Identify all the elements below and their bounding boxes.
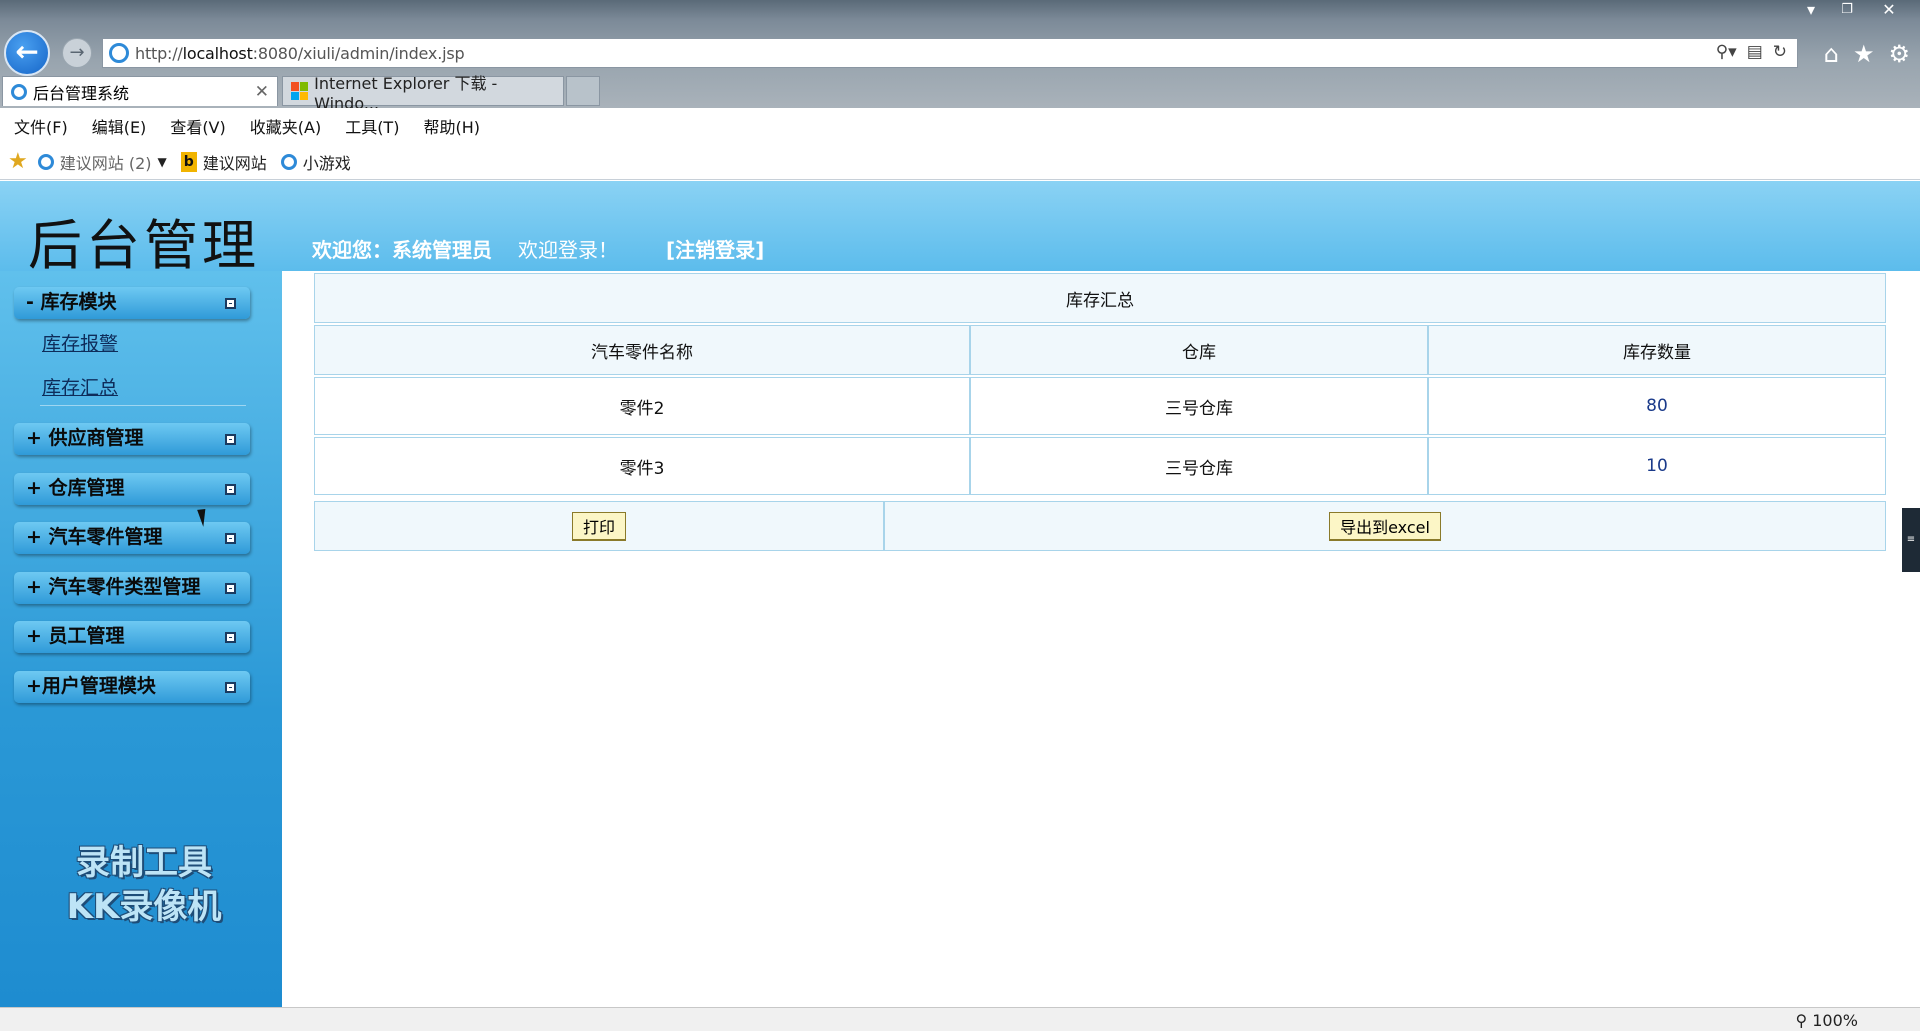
cell-quantity: 80 bbox=[1428, 377, 1886, 435]
welcome-user: 欢迎您：系统管理员 bbox=[312, 238, 492, 262]
compatibility-view-icon[interactable]: ▤ bbox=[1747, 42, 1763, 62]
menu-file[interactable]: 文件(F) bbox=[14, 114, 68, 138]
nav-label: + 员工管理 bbox=[26, 625, 125, 647]
ie-fav-icon bbox=[37, 153, 54, 170]
minimize-icon[interactable]: ▾ bbox=[1794, 0, 1828, 20]
inventory-actions-table: 打印 导出到excel bbox=[314, 499, 1886, 553]
menu-edit[interactable]: 编辑(E) bbox=[92, 114, 147, 138]
fav-games[interactable]: 小游戏 bbox=[280, 150, 351, 174]
menu-bar: 文件(F) 编辑(E) 查看(V) 收藏夹(A) 工具(T) 帮助(H) bbox=[0, 108, 1920, 144]
fav-suggested-sites[interactable]: b 建议网站 bbox=[180, 150, 267, 174]
tab-label: 后台管理系统 bbox=[33, 83, 130, 103]
tab-ie-download[interactable]: Internet Explorer 下载 - Windo... bbox=[282, 74, 564, 113]
windows-logo-icon bbox=[291, 82, 309, 100]
table-title: 库存汇总 bbox=[314, 273, 1886, 323]
inventory-summary-table: 库存汇总 汽车零件名称 仓库 库存数量 零件2 三号仓库 80 零件3 三号仓库… bbox=[314, 271, 1886, 497]
browser-titlebar: ▾ ❐ ✕ ← → http://localhost:8080/xiuli/ad… bbox=[0, 0, 1920, 113]
favorites-add-star-icon[interactable]: ★ bbox=[8, 149, 28, 174]
nav-inventory-module[interactable]: - 库存模块 bbox=[14, 287, 250, 319]
fav-suggested-sites-dropdown[interactable]: 建议网站 (2) ▼ bbox=[37, 150, 167, 174]
menu-view[interactable]: 查看(V) bbox=[170, 114, 225, 138]
chevron-down-icon: ▼ bbox=[157, 154, 167, 169]
nav-parts-management[interactable]: + 汽车零件管理 bbox=[14, 522, 250, 554]
column-header-part-name: 汽车零件名称 bbox=[314, 325, 970, 375]
sidebar-item-stock-alert[interactable]: 库存报警 bbox=[42, 329, 118, 356]
expand-icon[interactable] bbox=[225, 632, 236, 643]
ie-page-icon bbox=[109, 43, 129, 63]
restore-icon[interactable]: ❐ bbox=[1830, 0, 1864, 20]
expand-icon[interactable] bbox=[225, 682, 236, 693]
fav-label: 建议网站 bbox=[202, 153, 267, 173]
nav-user-management[interactable]: +用户管理模块 bbox=[14, 671, 250, 703]
favorites-star-icon[interactable]: ★ bbox=[1853, 40, 1875, 68]
nav-part-type-management[interactable]: + 汽车零件类型管理 bbox=[14, 572, 250, 604]
print-cell: 打印 bbox=[314, 501, 884, 551]
table-row: 零件3 三号仓库 10 bbox=[314, 437, 1886, 495]
zoom-level[interactable]: ⚲ 100% bbox=[1795, 1011, 1858, 1030]
column-header-warehouse: 仓库 bbox=[970, 325, 1428, 375]
nav-warehouse-management[interactable]: + 仓库管理 bbox=[14, 473, 250, 505]
watermark-line: 录制工具 bbox=[76, 843, 212, 883]
forward-arrow-icon[interactable]: → bbox=[62, 38, 92, 68]
cell-quantity: 10 bbox=[1428, 437, 1886, 495]
cell-warehouse: 三号仓库 bbox=[970, 437, 1428, 495]
fav-label: 小游戏 bbox=[302, 153, 351, 173]
nav-employee-management[interactable]: + 员工管理 bbox=[14, 621, 250, 653]
ie-tab-icon bbox=[11, 83, 27, 100]
cell-warehouse: 三号仓库 bbox=[970, 377, 1428, 435]
address-url: http://localhost:8080/xiuli/admin/index.… bbox=[135, 43, 465, 63]
column-header-quantity: 库存数量 bbox=[1428, 325, 1886, 375]
menu-tools[interactable]: 工具(T) bbox=[345, 114, 399, 138]
logout-link[interactable]: [注销登录] bbox=[666, 234, 764, 263]
back-arrow-icon[interactable]: ← bbox=[4, 30, 50, 76]
home-icon[interactable]: ⌂ bbox=[1824, 40, 1839, 68]
collapse-icon[interactable] bbox=[225, 298, 236, 309]
menu-favorites[interactable]: 收藏夹(A) bbox=[250, 114, 321, 138]
recorder-watermark: 录制工具 KK录像机 bbox=[44, 841, 244, 929]
menu-help[interactable]: 帮助(H) bbox=[423, 114, 480, 138]
expand-icon[interactable] bbox=[225, 583, 236, 594]
table-row: 零件2 三号仓库 80 bbox=[314, 377, 1886, 435]
favorites-bar: ★ 建议网站 (2) ▼ b 建议网站 小游戏 bbox=[0, 144, 1920, 180]
divider bbox=[40, 405, 246, 406]
nav-label: + 汽车零件管理 bbox=[26, 526, 163, 548]
refresh-icon[interactable]: ↻ bbox=[1773, 42, 1787, 62]
admin-header: 后台管理 欢迎您：系统管理员 欢迎登录！ [注销登录] bbox=[0, 181, 1920, 277]
tab-admin[interactable]: 后台管理系统 ✕ bbox=[2, 76, 278, 106]
watermark-line: KK录像机 bbox=[66, 887, 222, 927]
zoom-value: 100% bbox=[1812, 1011, 1858, 1030]
tab-label: Internet Explorer 下载 - Windo... bbox=[314, 73, 498, 113]
main-content: 库存汇总 汽车零件名称 仓库 库存数量 零件2 三号仓库 80 零件3 三号仓库… bbox=[282, 271, 1920, 1007]
new-tab-button[interactable] bbox=[566, 76, 600, 106]
side-panel-handle[interactable]: ≡ bbox=[1902, 508, 1920, 572]
sidebar: - 库存模块 库存报警 库存汇总 + 供应商管理 + 仓库管理 + 汽车零件管理… bbox=[0, 271, 282, 1007]
fav-label: 建议网站 (2) bbox=[59, 153, 152, 173]
nav-label: + 仓库管理 bbox=[26, 477, 125, 499]
close-window-icon[interactable]: ✕ bbox=[1872, 0, 1906, 20]
expand-icon[interactable] bbox=[225, 533, 236, 544]
ie-fav-icon bbox=[280, 153, 297, 170]
nav-label: + 汽车零件类型管理 bbox=[26, 576, 201, 598]
close-tab-icon[interactable]: ✕ bbox=[255, 82, 269, 102]
search-icon[interactable]: ⚲▾ bbox=[1716, 42, 1737, 62]
cell-part-name: 零件2 bbox=[314, 377, 970, 435]
nav-label: - 库存模块 bbox=[26, 291, 117, 313]
status-bar: ⚲ 100% bbox=[0, 1007, 1920, 1031]
expand-icon[interactable] bbox=[225, 484, 236, 495]
expand-icon[interactable] bbox=[225, 434, 236, 445]
nav-label: + 供应商管理 bbox=[26, 427, 144, 449]
bing-icon: b bbox=[180, 151, 197, 172]
export-cell: 导出到excel bbox=[884, 501, 1886, 551]
gear-icon[interactable]: ⚙ bbox=[1888, 40, 1910, 68]
welcome-message: 欢迎登录！ bbox=[518, 238, 618, 262]
export-excel-button[interactable]: 导出到excel bbox=[1329, 511, 1441, 541]
print-button[interactable]: 打印 bbox=[571, 511, 626, 541]
nav-supplier-management[interactable]: + 供应商管理 bbox=[14, 423, 250, 455]
nav-label: +用户管理模块 bbox=[26, 675, 156, 697]
cell-part-name: 零件3 bbox=[314, 437, 970, 495]
sidebar-item-stock-summary[interactable]: 库存汇总 bbox=[42, 373, 118, 400]
address-bar[interactable]: http://localhost:8080/xiuli/admin/index.… bbox=[102, 38, 1798, 68]
brand-title: 后台管理 bbox=[28, 214, 260, 277]
